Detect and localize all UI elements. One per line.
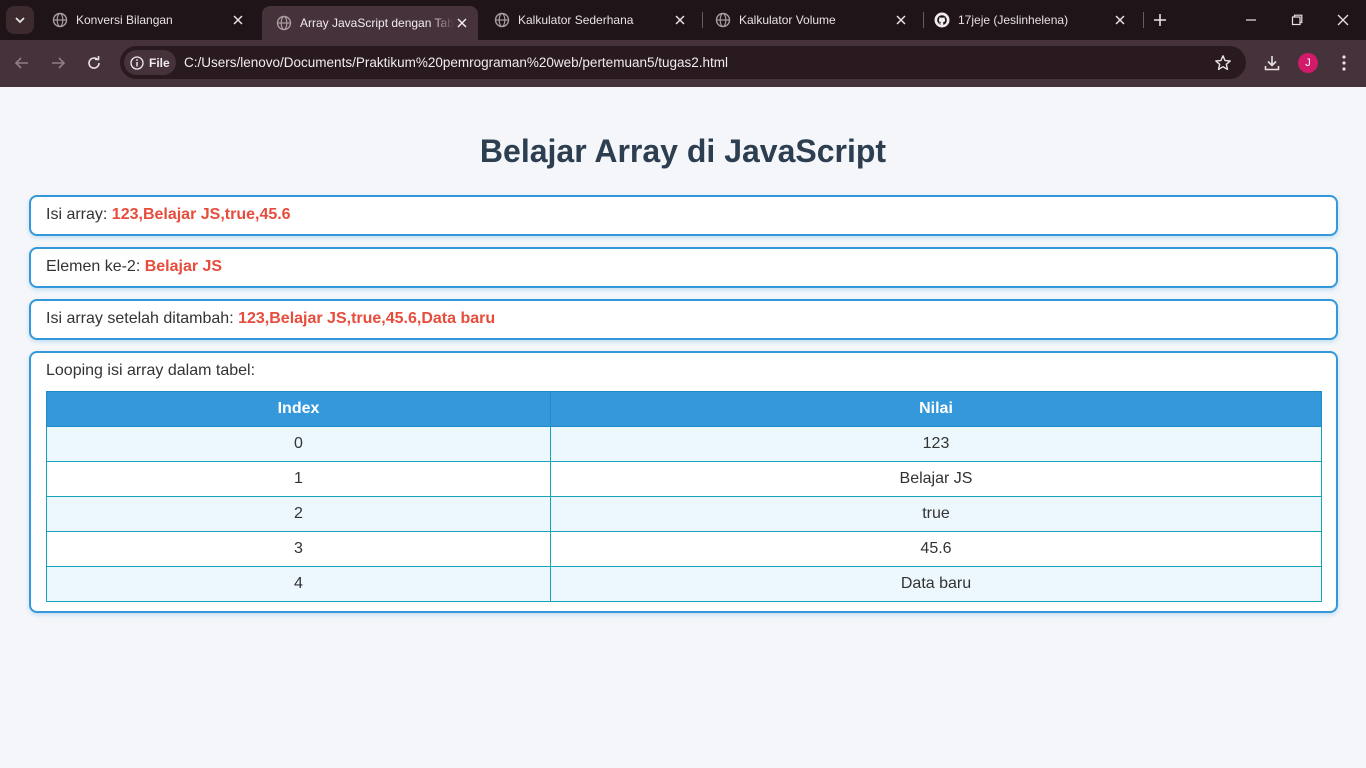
close-window-button[interactable] <box>1320 0 1366 40</box>
tab-title: Kalkulator Sederhana <box>518 13 634 27</box>
cell-value: Data baru <box>550 566 1322 602</box>
table-row: 2 true <box>46 496 1322 532</box>
info-icon <box>130 55 144 70</box>
array-contents-box: Isi array: 123,Belajar JS,true,45.6 <box>29 195 1338 236</box>
header-nilai: Nilai <box>550 391 1322 427</box>
chevron-down-icon <box>15 17 25 24</box>
close-icon <box>1337 14 1349 26</box>
reload-icon <box>88 56 100 69</box>
highlight-value: 123,Belajar JS,true,45.6,Data baru <box>238 310 496 327</box>
tab-separator <box>1143 12 1144 28</box>
table-header-row: Index Nilai <box>46 391 1322 427</box>
cell-index: 2 <box>46 496 551 532</box>
header-index: Index <box>46 391 551 427</box>
globe-icon <box>276 15 292 31</box>
table-row: 0 123 <box>46 426 1322 462</box>
highlight-value: 123,Belajar JS,true,45.6 <box>111 206 291 223</box>
second-element-line: Elemen ke-2: Belajar JS <box>46 249 1321 285</box>
close-tab-icon[interactable] <box>893 12 909 28</box>
tab-kalkulator-sederhana[interactable]: Kalkulator Sederhana <box>480 0 702 40</box>
browser-toolbar: File C:/Users/lenovo/Documents/Praktikum… <box>0 40 1366 87</box>
bookmark-star-icon[interactable] <box>1214 54 1232 72</box>
menu-button[interactable] <box>1333 52 1355 74</box>
plus-icon <box>1154 14 1166 26</box>
profile-avatar[interactable]: J <box>1298 53 1318 73</box>
download-icon <box>1264 56 1280 71</box>
globe-icon <box>494 12 510 28</box>
tab-title: Konversi Bilangan <box>76 13 173 27</box>
array-contents-line: Isi array: 123,Belajar JS,true,45.6 <box>46 197 1321 233</box>
close-tab-icon[interactable] <box>230 12 246 28</box>
table-row: 3 45.6 <box>46 531 1322 567</box>
new-tab-button[interactable] <box>1150 10 1170 30</box>
cell-index: 3 <box>46 531 551 567</box>
globe-icon <box>715 12 731 28</box>
cell-index: 4 <box>46 566 551 602</box>
tab-github-17jeje[interactable]: 17jeje (Jeslinhelena) <box>920 0 1142 40</box>
tab-strip: Konversi Bilangan Array JavaScript denga… <box>0 0 1366 40</box>
minimize-button[interactable] <box>1228 0 1274 40</box>
cell-index: 1 <box>46 461 551 497</box>
site-info-label: File <box>149 55 170 70</box>
box-label: Isi array: <box>46 206 112 223</box>
github-icon <box>934 12 950 28</box>
forward-button[interactable] <box>47 52 69 74</box>
close-tab-icon[interactable] <box>672 12 688 28</box>
tab-konversi-bilangan[interactable]: Konversi Bilangan <box>38 0 260 40</box>
cell-value: 123 <box>550 426 1322 462</box>
cell-value: 45.6 <box>550 531 1322 567</box>
tab-title: Kalkulator Volume <box>739 13 836 27</box>
address-bar[interactable]: File C:/Users/lenovo/Documents/Praktikum… <box>120 46 1246 79</box>
page-title: Belajar Array di JavaScript <box>479 133 887 169</box>
highlight-value: Belajar JS <box>144 258 223 275</box>
array-table: Index Nilai 0 123 1 Belajar JS 2 true 3 … <box>46 391 1322 602</box>
cell-index: 0 <box>46 426 551 462</box>
tab-array-javascript[interactable]: Array JavaScript dengan Tabel <box>262 6 478 40</box>
loop-table-box: Looping isi array dalam tabel: Index Nil… <box>29 351 1338 613</box>
downloads-button[interactable] <box>1261 52 1283 74</box>
appended-array-box: Isi array setelah ditambah: 123,Belajar … <box>29 299 1338 340</box>
table-row: 4 Data baru <box>46 566 1322 602</box>
back-button[interactable] <box>11 52 33 74</box>
restore-icon <box>1291 14 1303 26</box>
close-tab-icon[interactable] <box>1112 12 1128 28</box>
second-element-box: Elemen ke-2: Belajar JS <box>29 247 1338 288</box>
cell-value: true <box>550 496 1322 532</box>
minimize-icon <box>1246 19 1256 21</box>
page-content: Belajar Array di JavaScript Isi array: 1… <box>0 87 1366 768</box>
kebab-menu-icon <box>1342 55 1346 71</box>
tab-title: Array JavaScript dengan Tabel <box>300 16 454 30</box>
reload-button[interactable] <box>83 52 105 74</box>
back-arrow-icon <box>14 57 28 69</box>
box-label: Elemen ke-2: <box>46 258 145 275</box>
cell-value: Belajar JS <box>550 461 1322 497</box>
restore-button[interactable] <box>1274 0 1320 40</box>
table-row: 1 Belajar JS <box>46 461 1322 497</box>
forward-arrow-icon <box>52 57 66 69</box>
loop-table-label: Looping isi array dalam tabel: <box>46 362 256 379</box>
url-text[interactable]: C:/Users/lenovo/Documents/Praktikum%20pe… <box>184 55 728 70</box>
globe-icon <box>52 12 68 28</box>
close-tab-icon[interactable] <box>454 15 470 31</box>
tab-title: 17jeje (Jeslinhelena) <box>958 13 1069 27</box>
appended-array-line: Isi array setelah ditambah: 123,Belajar … <box>46 301 1321 337</box>
box-label: Isi array setelah ditambah: <box>46 310 239 327</box>
site-info-chip[interactable]: File <box>124 50 176 75</box>
tab-kalkulator-volume[interactable]: Kalkulator Volume <box>701 0 923 40</box>
tab-search-button[interactable] <box>6 6 34 34</box>
